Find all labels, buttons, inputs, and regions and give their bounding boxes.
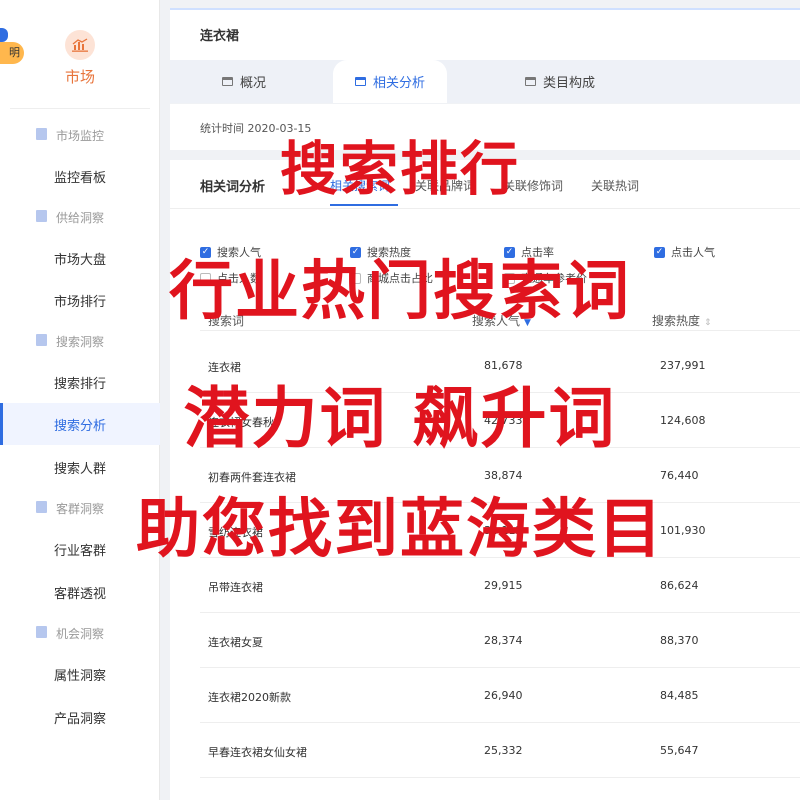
brand-label: 市场 xyxy=(64,68,95,86)
window-icon xyxy=(525,77,536,86)
building-icon xyxy=(36,210,47,222)
sidebar-item-attribute-insight[interactable]: 属性洞察 xyxy=(0,653,160,695)
overlay-headline-2: 行业热门搜索词 xyxy=(169,255,631,329)
tab-related-analysis[interactable]: 相关分析 xyxy=(333,60,448,103)
overlay-headline-1: 搜索排行 xyxy=(279,135,520,203)
table-row[interactable]: 连衣裙女夏 28,374 88,370 xyxy=(200,613,800,668)
table-row[interactable]: 早春连衣裙女仙女裙 25,332 55,647 xyxy=(200,723,800,778)
building-icon xyxy=(36,626,47,638)
sidebar-divider xyxy=(10,108,150,109)
sidebar-item-customer-insight[interactable]: 客群透视 xyxy=(0,571,160,613)
sidebar-item-product-insight[interactable]: 产品洞察 xyxy=(0,696,160,738)
app-root: 明 市场 市场监控 监控看板 供给洞察 市场大盘 市场排行 搜索洞察 搜索排行 … xyxy=(0,0,800,800)
tab-bar: 概况 相关分析 类目构成 xyxy=(170,60,800,103)
overlay-headline-3: 潜力词 飙升词 xyxy=(183,380,617,457)
chart-icon xyxy=(65,30,95,60)
page-title: 连衣裙 xyxy=(200,29,240,44)
window-icon xyxy=(222,77,233,86)
divider xyxy=(170,208,800,209)
tab-category-composition[interactable]: 类目构成 xyxy=(525,60,595,103)
header-card: 连衣裙 概况 相关分析 类目构成 xyxy=(170,8,800,103)
window-icon xyxy=(355,77,366,86)
table-row[interactable]: 连衣裙2020新款 26,940 84,485 xyxy=(200,668,800,723)
brand[interactable]: 市场 xyxy=(0,30,160,87)
building-icon xyxy=(36,334,47,346)
tab-overview[interactable]: 概况 xyxy=(222,60,266,103)
nav-group-opportunity: 机会洞察 xyxy=(0,613,160,653)
overlay-headline-4: 助您找到蓝海类目 xyxy=(136,493,664,567)
